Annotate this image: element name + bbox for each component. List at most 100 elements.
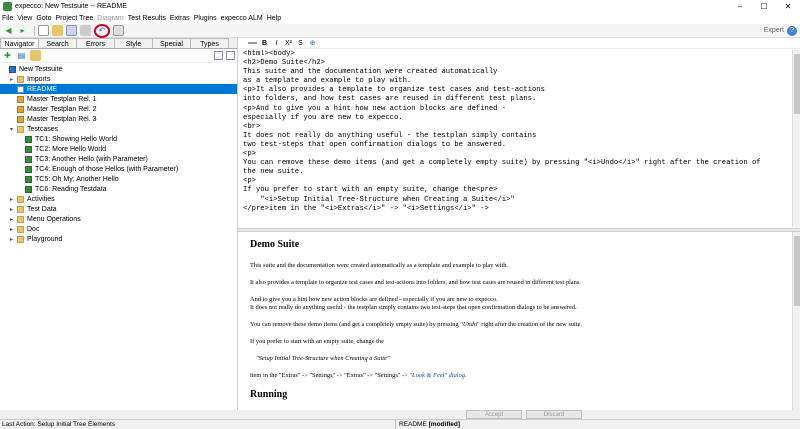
- documentation-editor: B I X² S ⊕ <html><body> <h2>Demo Suite</h…: [238, 38, 800, 410]
- settings-icon[interactable]: [113, 25, 124, 36]
- tree-item[interactable]: New Testsuite: [0, 64, 237, 74]
- minimize-icon[interactable]: –: [728, 0, 752, 13]
- tree-item-label: Imports: [27, 75, 51, 83]
- source-line: <html><body>: [243, 50, 295, 58]
- preview-scrollbar[interactable]: [792, 232, 800, 410]
- tree-item[interactable]: ▸ Menu Operations: [0, 214, 237, 224]
- tree-item[interactable]: ▸ Doc: [0, 224, 237, 234]
- source-scrollbar[interactable]: [792, 50, 800, 227]
- testcase-icon: [25, 185, 32, 193]
- pane-splitter[interactable]: [238, 228, 800, 232]
- tab-search[interactable]: Search: [38, 38, 77, 48]
- tree-item[interactable]: TC2: More Hello World: [0, 144, 237, 154]
- undo-button[interactable]: ↶: [94, 23, 110, 38]
- tree-item[interactable]: TC1: Showing Hello World: [0, 134, 237, 144]
- folder-icon: [17, 205, 24, 213]
- button-bar: Accept Discard: [238, 410, 800, 419]
- tab-navigator[interactable]: Navigator: [0, 38, 39, 48]
- app-icon: [3, 2, 12, 11]
- discard-button[interactable]: Discard: [526, 410, 582, 419]
- source-line: <p>It also provides a template to organi…: [243, 86, 545, 95]
- menu-plugins[interactable]: Plugins: [194, 15, 217, 22]
- filter-icon[interactable]: [226, 51, 235, 60]
- tab-types[interactable]: Types: [190, 38, 229, 48]
- source-line: <br>: [243, 122, 261, 131]
- tree-item[interactable]: TC3: Another Hello (with Parameter): [0, 154, 237, 164]
- tree-item-label: TC6: Reading Testdata: [35, 185, 107, 193]
- help-icon[interactable]: ?: [787, 26, 797, 36]
- source-line: This suite and the documentation were cr…: [243, 68, 498, 77]
- source-line: two test-steps that open confirmation di…: [243, 140, 507, 149]
- testcase-icon: [25, 135, 32, 143]
- link-icon[interactable]: ⊕: [308, 39, 317, 47]
- menu-goto[interactable]: Goto: [36, 15, 51, 22]
- new-file-icon[interactable]: [38, 25, 49, 36]
- testplan-icon: [17, 95, 24, 103]
- menu-help[interactable]: Help: [267, 15, 281, 22]
- tree-item[interactable]: ▸ Activities: [0, 194, 237, 204]
- menu-diagram[interactable]: Diagram: [97, 15, 123, 22]
- tree-item[interactable]: TC5: Oh My; Another Hello: [0, 174, 237, 184]
- folder-icon: [17, 225, 24, 233]
- tree-item-label: Master Testplan Rel. 3: [27, 115, 97, 123]
- accept-button[interactable]: Accept: [466, 410, 522, 419]
- tree-item-label: Testcases: [27, 125, 59, 133]
- expander-icon[interactable]: ▸: [10, 226, 16, 233]
- menu-extras[interactable]: Extras: [170, 15, 190, 22]
- folder-add-icon[interactable]: [30, 50, 41, 61]
- tree-item-label: Doc: [27, 225, 40, 233]
- forward-arrow-icon[interactable]: ▸: [17, 25, 28, 36]
- open-folder-icon[interactable]: [52, 25, 63, 36]
- tree-item-label: TC4: Enough of those Hellos (with Parame…: [35, 165, 179, 173]
- source-line: the new suite.: [243, 168, 304, 177]
- italic-icon[interactable]: I: [272, 40, 281, 47]
- print-icon[interactable]: [80, 25, 91, 36]
- expander-icon[interactable]: ▸: [10, 236, 16, 243]
- save-icon[interactable]: [66, 25, 77, 36]
- tree-item[interactable]: TC6: Reading Testdata: [0, 184, 237, 194]
- source-line: "<i>Setup Initial Tree-Structure when Cr…: [243, 195, 515, 204]
- tree-item[interactable]: TC4: Enough of those Hellos (with Parame…: [0, 164, 237, 174]
- menu-expecco-alm[interactable]: expecco ALM: [221, 15, 263, 22]
- tree-item[interactable]: Master Testplan Rel. 1: [0, 94, 237, 104]
- format-icon[interactable]: [248, 42, 257, 44]
- tree-item[interactable]: ▾ Testcases: [0, 124, 237, 134]
- window-controls: – ☐ ✕: [728, 0, 800, 13]
- mode-label[interactable]: Expert: [764, 27, 784, 34]
- back-arrow-icon[interactable]: ◀: [3, 25, 14, 36]
- preview-paragraph: And to give you a hint how new action bl…: [250, 296, 577, 311]
- tree-item[interactable]: Master Testplan Rel. 3: [0, 114, 237, 124]
- testcase-icon: [25, 165, 32, 173]
- menu-file[interactable]: File: [2, 15, 13, 22]
- tab-errors[interactable]: Errors: [76, 38, 115, 48]
- collapse-icon[interactable]: [214, 51, 223, 60]
- menu-test-results[interactable]: Test Results: [128, 15, 166, 22]
- look-and-feel-link[interactable]: "Look & Feel" dialog.: [409, 372, 466, 379]
- last-action-status: Last Action: Setup Initial Tree Elements: [2, 421, 116, 428]
- tree-item[interactable]: ▸ Imports: [0, 74, 237, 84]
- tree-item[interactable]: README: [0, 84, 237, 94]
- tab-style[interactable]: Style: [114, 38, 153, 48]
- source-line: It does not really do anything useful - …: [243, 131, 537, 140]
- menu-project-tree[interactable]: Project Tree: [56, 15, 94, 22]
- close-icon[interactable]: ✕: [776, 0, 800, 13]
- expander-icon[interactable]: ▸: [10, 216, 16, 223]
- superscript-icon[interactable]: X²: [284, 40, 293, 47]
- menu-view[interactable]: View: [17, 15, 32, 22]
- html-source-editor[interactable]: <html><body> <h2>Demo Suite</h2> This suit…: [240, 50, 790, 227]
- tree-item[interactable]: Master Testplan Rel. 2: [0, 104, 237, 114]
- tab-special[interactable]: Special: [152, 38, 191, 48]
- maximize-icon[interactable]: ☐: [752, 0, 776, 13]
- expander-icon[interactable]: ▸: [10, 206, 16, 213]
- folder-icon: [17, 125, 24, 133]
- expander-icon[interactable]: ▾: [10, 126, 16, 133]
- tree-item[interactable]: ▸ Test Data: [0, 204, 237, 214]
- subscript-icon[interactable]: S: [296, 40, 305, 47]
- add-icon[interactable]: ✚: [2, 50, 13, 61]
- expander-icon[interactable]: ▸: [10, 196, 16, 203]
- add-step-icon[interactable]: ▤: [16, 50, 27, 61]
- expander-icon[interactable]: ▸: [10, 76, 16, 83]
- preview-code: "Setup Initial Tree-Structure when Creat…: [256, 355, 390, 362]
- tree-item[interactable]: ▸ Playground: [0, 234, 237, 244]
- bold-icon[interactable]: B: [260, 40, 269, 47]
